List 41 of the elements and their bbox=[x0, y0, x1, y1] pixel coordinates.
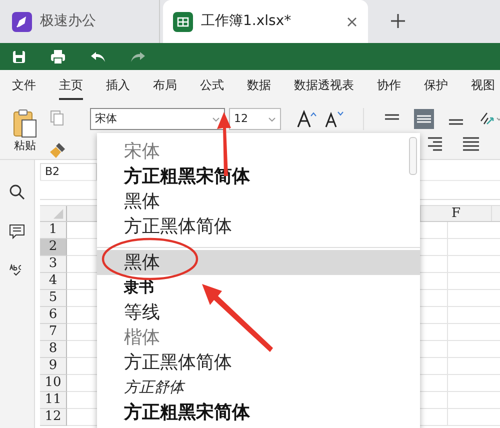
font-option[interactable]: 方正黑体简体 bbox=[97, 214, 420, 239]
font-name-dropdown[interactable]: 宋体 bbox=[90, 108, 225, 130]
name-box[interactable]: B2 bbox=[40, 163, 97, 181]
menu-tab[interactable]: 协作 bbox=[377, 70, 401, 100]
menu-tab[interactable]: 保护 bbox=[424, 70, 448, 100]
menu-tab[interactable]: 数据 bbox=[247, 70, 271, 100]
menu-tab[interactable]: 主页 bbox=[59, 70, 83, 100]
tab[interactable]: 工作簿1.xlsx* bbox=[163, 0, 368, 43]
menu-tab[interactable]: 文件 bbox=[12, 70, 36, 100]
row-header[interactable]: 9 bbox=[40, 358, 67, 375]
row-header[interactable]: 10 bbox=[40, 375, 67, 392]
font-name-value: 宋体 bbox=[95, 110, 117, 127]
font-size-value: 12 bbox=[234, 110, 248, 127]
row-header[interactable]: 12 bbox=[40, 409, 67, 426]
menu-tab[interactable]: 布局 bbox=[153, 70, 177, 100]
font-option[interactable]: 宋体 bbox=[97, 139, 420, 164]
font-option[interactable]: 等线 bbox=[97, 300, 420, 325]
tab-label: 工作簿1.xlsx* bbox=[201, 12, 292, 31]
tab-label: 极速办公 bbox=[40, 12, 97, 31]
font-option[interactable]: 方正粗黑宋简体 bbox=[97, 400, 420, 425]
menu-tab[interactable]: 数据透视表 bbox=[294, 70, 354, 100]
row-header[interactable]: 3 bbox=[40, 256, 67, 273]
row-header[interactable]: 8 bbox=[40, 341, 67, 358]
font-option[interactable]: 方正黑体简体 bbox=[97, 350, 420, 375]
font-option[interactable]: 方正舒体 bbox=[97, 375, 420, 400]
row-header[interactable]: 11 bbox=[40, 392, 67, 409]
menu-tab[interactable]: 插入 bbox=[106, 70, 130, 100]
row-header[interactable]: 6 bbox=[40, 307, 67, 324]
paste-label[interactable]: 粘贴 bbox=[14, 138, 36, 154]
font-option[interactable]: 黑体 bbox=[97, 189, 420, 214]
row-header[interactable]: 5 bbox=[40, 290, 67, 307]
font-option[interactable]: 楷体 bbox=[97, 325, 420, 350]
font-option[interactable]: 黑体 bbox=[97, 250, 420, 275]
row-header[interactable]: 7 bbox=[40, 324, 67, 341]
font-size-dropdown[interactable]: 12 bbox=[229, 108, 281, 130]
menu-tab[interactable]: 视图 bbox=[471, 70, 495, 100]
font-option[interactable]: 隶书 bbox=[97, 275, 420, 300]
row-header[interactable]: 1 bbox=[40, 222, 67, 239]
menu-tab[interactable]: 公式 bbox=[200, 70, 224, 100]
row-header[interactable]: 4 bbox=[40, 273, 67, 290]
row-header[interactable]: 2 bbox=[40, 239, 67, 256]
